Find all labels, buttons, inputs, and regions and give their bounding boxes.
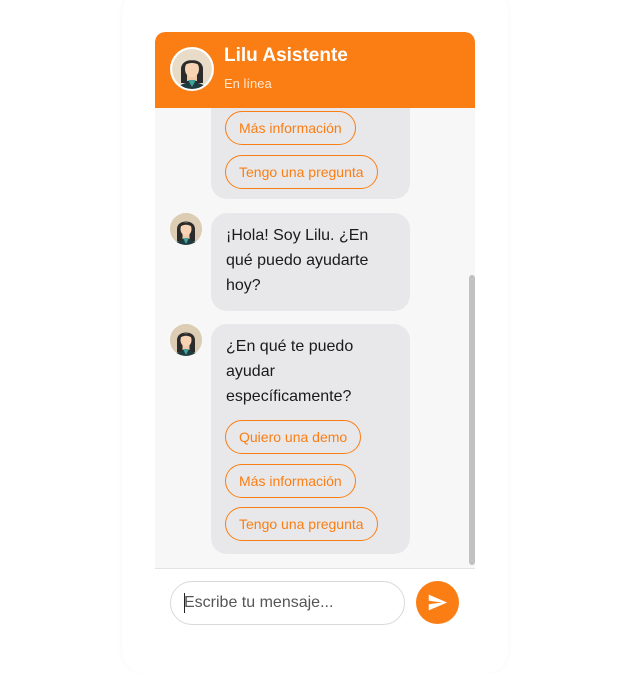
assistant-name: Lilu Asistente	[224, 45, 348, 66]
option-question-button[interactable]: Tengo una pregunta	[225, 155, 378, 189]
message-scrollbar[interactable]	[469, 108, 475, 566]
bot-message-options-bubble: Más información Tengo una pregunta	[211, 108, 410, 199]
message-input-placeholder: Escribe tu mensaje...	[184, 594, 334, 611]
message-line: ¿En qué te puedo	[226, 338, 354, 355]
option-more-info-button[interactable]: Más información	[225, 464, 356, 498]
message-line: ayudar	[226, 363, 275, 380]
option-demo-button[interactable]: Quiero una demo	[225, 420, 362, 454]
chat-header: Lilu Asistente En línea	[155, 32, 475, 108]
assistant-status: En línea	[224, 76, 272, 91]
chat-window: Lilu Asistente En línea Más información …	[155, 32, 475, 628]
send-icon	[428, 594, 448, 611]
bot-avatar	[170, 213, 202, 245]
message-line: qué puedo ayudarte	[226, 252, 369, 269]
option-more-info-button[interactable]: Más información	[225, 111, 356, 145]
send-button[interactable]	[416, 581, 459, 624]
message-list[interactable]: Más información Tengo una pregunta ¡Hola…	[155, 108, 475, 566]
message-input[interactable]: Escribe tu mensaje...	[170, 581, 405, 625]
message-line: ¡Hola! Soy Lilu. ¿En	[226, 227, 369, 244]
scrollbar-thumb[interactable]	[469, 275, 475, 565]
woman-avatar-icon	[172, 49, 212, 89]
message-line: hoy?	[226, 277, 261, 294]
option-question-button[interactable]: Tengo una pregunta	[225, 507, 378, 541]
woman-avatar-icon	[170, 213, 202, 245]
bot-avatar	[170, 324, 202, 356]
bot-message-question: ¿En qué te puedo ayudar específicamente?…	[211, 324, 410, 554]
woman-avatar-icon	[170, 324, 202, 356]
message-composer: Escribe tu mensaje...	[155, 568, 475, 628]
message-line: específicamente?	[226, 388, 352, 405]
assistant-avatar	[170, 47, 214, 91]
bot-message-greeting: ¡Hola! Soy Lilu. ¿En qué puedo ayudarte …	[211, 213, 410, 311]
